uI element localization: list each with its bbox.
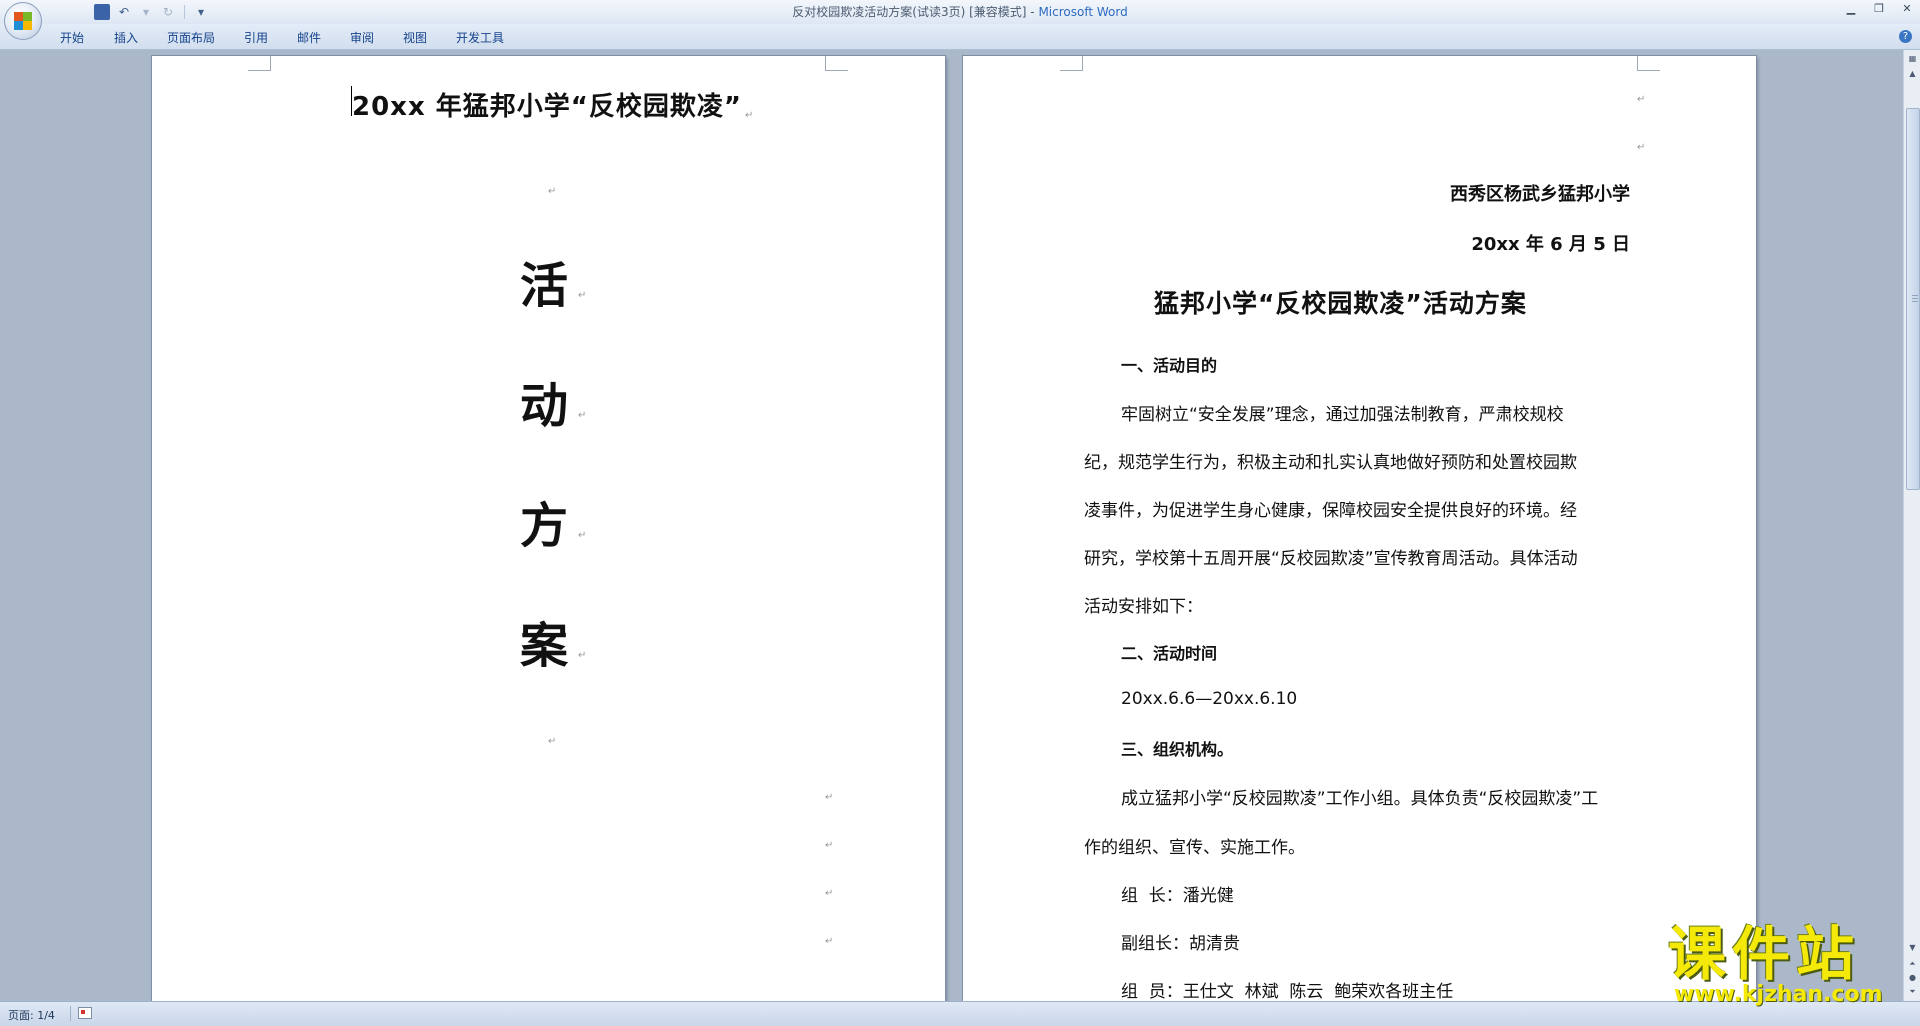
- body-line: 成立猛邦小学“反校园欺凌”工作小组。具体负责“反校园欺凌”工: [1121, 789, 1599, 809]
- app-name: Microsoft Word: [1038, 5, 1128, 19]
- next-page-icon[interactable]: ⏷: [1905, 984, 1920, 999]
- scrollbar-thumb[interactable]: [1906, 108, 1920, 490]
- body-line: 研究，学校第十五周开展“反校园欺凌”宣传教育周活动。具体活动: [1084, 549, 1578, 569]
- watermark-url: www.kjzhan.com: [1674, 982, 1883, 1007]
- organization-name: 西秀区杨武乡猛邦小学: [1450, 184, 1630, 205]
- body-line: 组 员：王仕文 林斌 陈云 鲍荣欢各班主任: [1121, 982, 1454, 1001]
- document-title: 反对校园欺凌活动方案(试读3页) [兼容模式]: [792, 5, 1027, 19]
- separator: [70, 1006, 71, 1021]
- crop-mark: [1637, 56, 1660, 71]
- body-line: 20xx.6.6—20xx.6.10: [1121, 689, 1298, 709]
- cover-char: 动: [520, 378, 569, 434]
- ribbon-tabs: 开始 插入 页面布局 引用 邮件 审阅 视图 开发工具: [0, 24, 1920, 50]
- ruler-toggle-icon[interactable]: ▦: [1905, 51, 1920, 66]
- macro-record-icon[interactable]: [78, 1007, 92, 1019]
- tab-page-layout[interactable]: 页面布局: [167, 29, 215, 46]
- tab-review[interactable]: 审阅: [350, 29, 374, 46]
- scroll-down-icon[interactable]: ▼: [1905, 940, 1920, 955]
- paragraph-mark: ↵: [578, 410, 587, 421]
- tab-view[interactable]: 视图: [403, 29, 427, 46]
- watermark-text: 课件站: [1668, 920, 1861, 988]
- cover-heading: 20xx 年猛邦小学“反校园欺凌”: [352, 92, 742, 122]
- close-icon[interactable]: ✕: [1900, 2, 1914, 15]
- window-controls: ▁ ❐ ✕: [1844, 2, 1914, 15]
- help-icon[interactable]: ?: [1899, 30, 1912, 43]
- previous-page-icon[interactable]: ⏶: [1905, 956, 1920, 971]
- select-browse-object-icon[interactable]: ●: [1905, 970, 1920, 985]
- body-line: 牢固树立“安全发展”理念，通过加强法制教育，严肃校规校: [1121, 405, 1564, 425]
- page-indicator[interactable]: 页面: 1/4: [8, 1007, 55, 1023]
- document-page-2[interactable]: ↵ ↵ 西秀区杨武乡猛邦小学 20xx 年 6 月 5 日 猛邦小学“反校园欺凌…: [963, 56, 1756, 1001]
- maximize-icon[interactable]: ❐: [1872, 2, 1886, 15]
- section-heading: 一、活动目的: [1121, 356, 1218, 375]
- crop-mark: [248, 56, 271, 71]
- section-heading: 二、活动时间: [1121, 644, 1218, 663]
- paragraph-mark: ↵: [548, 186, 557, 197]
- section-heading: 三、组织机构。: [1121, 740, 1234, 759]
- body-line: 作的组织、宣传、实施工作。: [1084, 838, 1305, 858]
- document-workspace: 20xx 年猛邦小学“反校园欺凌” ↵ ↵ 活 ↵ 动 ↵ 方 ↵ 案 ↵ ↵ …: [0, 50, 1903, 1001]
- document-date: 20xx 年 6 月 5 日: [1471, 234, 1630, 255]
- tab-mailings[interactable]: 邮件: [297, 29, 321, 46]
- minimize-icon[interactable]: ▁: [1844, 2, 1858, 15]
- cover-char: 活: [520, 258, 569, 314]
- window-title: 反对校园欺凌活动方案(试读3页) [兼容模式] - Microsoft Word: [792, 5, 1128, 19]
- body-line: 组 长：潘光健: [1121, 886, 1234, 906]
- paragraph-mark: ↵: [825, 888, 834, 899]
- paragraph-mark: ↵: [1637, 94, 1646, 105]
- cover-char: 案: [520, 618, 569, 674]
- watermark-logo: 课件站 www.kjzhan.com: [1668, 922, 1904, 1007]
- body-line: 活动安排如下：: [1084, 597, 1203, 617]
- office-button[interactable]: [4, 2, 42, 40]
- document-page-1[interactable]: 20xx 年猛邦小学“反校园欺凌” ↵ ↵ 活 ↵ 动 ↵ 方 ↵ 案 ↵ ↵ …: [152, 56, 945, 1001]
- paragraph-mark: ↵: [578, 650, 587, 661]
- crop-mark: [1060, 56, 1083, 71]
- paragraph-mark: ↵: [548, 736, 557, 747]
- vertical-scrollbar[interactable]: ▦ ▲ ▼ ⏶ ● ⏷: [1903, 50, 1920, 1001]
- document-title: 猛邦小学“反校园欺凌”活动方案: [1154, 289, 1527, 318]
- paragraph-mark: ↵: [578, 290, 587, 301]
- body-line: 纪，规范学生行为，积极主动和扎实认真地做好预防和处置校园欺: [1084, 453, 1577, 473]
- scroll-up-icon[interactable]: ▲: [1905, 66, 1920, 81]
- tab-home[interactable]: 开始: [60, 29, 84, 46]
- paragraph-mark: ↵: [745, 110, 754, 121]
- body-line: 副组长：胡清贵: [1121, 934, 1240, 954]
- body-line: 凌事件，为促进学生身心健康，保障校园安全提供良好的环境。经: [1084, 501, 1577, 521]
- tab-references[interactable]: 引用: [244, 29, 268, 46]
- title-bar: ↶ ▾ ↻ ▾ 反对校园欺凌活动方案(试读3页) [兼容模式] - Micros…: [0, 0, 1920, 24]
- cover-char: 方: [520, 498, 569, 554]
- office-logo-icon: [14, 12, 32, 30]
- paragraph-mark: ↵: [578, 530, 587, 541]
- tab-developer[interactable]: 开发工具: [456, 29, 504, 46]
- paragraph-mark: ↵: [825, 936, 834, 947]
- paragraph-mark: ↵: [825, 792, 834, 803]
- tab-insert[interactable]: 插入: [114, 29, 138, 46]
- status-bar: 页面: 1/4: [0, 1001, 1920, 1026]
- paragraph-mark: ↵: [825, 840, 834, 851]
- crop-mark: [825, 56, 848, 71]
- paragraph-mark: ↵: [1637, 142, 1646, 153]
